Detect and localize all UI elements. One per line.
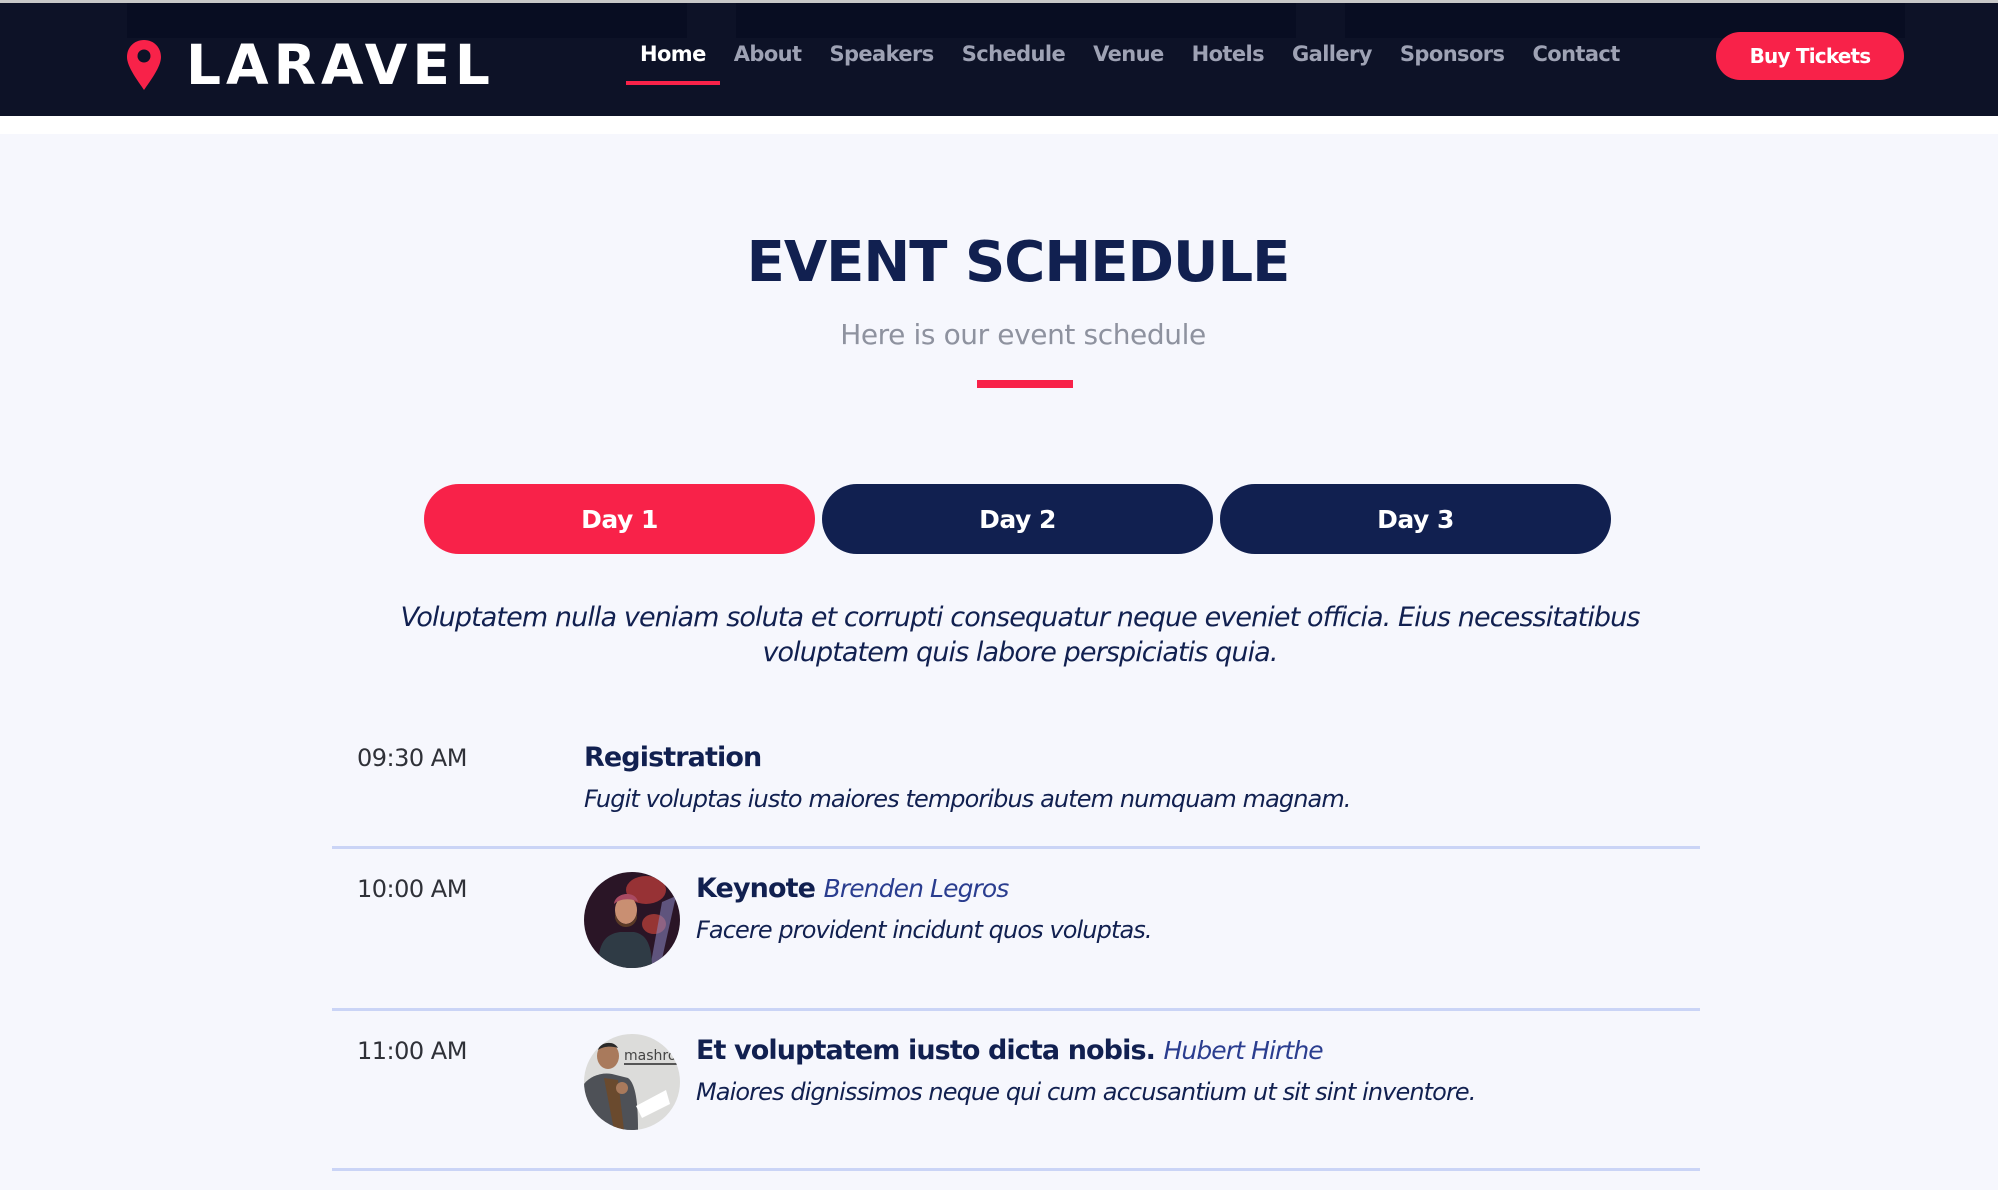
schedule-title-text: Et voluptatem iusto dicta nobis. — [696, 1035, 1156, 1066]
svg-text:mashro: mashro — [624, 1048, 676, 1064]
header-divider-strip — [0, 116, 1998, 134]
nav-item-gallery[interactable]: Gallery — [1278, 36, 1386, 88]
speaker-avatar[interactable]: mashro — [584, 1034, 680, 1130]
schedule-description: Maiores dignissimos neque qui cum accusa… — [696, 1078, 1476, 1106]
speaker-name[interactable]: Brenden Legros — [824, 874, 1010, 903]
schedule-time: 10:00 AM — [357, 875, 467, 903]
buy-tickets-button[interactable]: Buy Tickets — [1716, 32, 1904, 80]
nav-item-home[interactable]: Home — [626, 36, 720, 88]
nav-item-schedule[interactable]: Schedule — [948, 36, 1079, 88]
schedule-title: Keynote Brenden Legros — [696, 871, 1152, 907]
nav-item-hotels[interactable]: Hotels — [1178, 36, 1278, 88]
title-accent-bar — [977, 380, 1073, 388]
schedule-description: Facere provident incidunt quos voluptas. — [696, 916, 1152, 944]
schedule-row: 10:00 AM Keynote Brenden Legros Facere p… — [332, 849, 1700, 1011]
nav-item-speakers[interactable]: Speakers — [815, 36, 947, 88]
schedule-body: Keynote Brenden Legros Facere provident … — [696, 871, 1152, 947]
nav-item-contact[interactable]: Contact — [1518, 36, 1633, 88]
section-subtitle: Here is our event schedule — [840, 318, 1206, 351]
schedule-body: Et voluptatem iusto dicta nobis. Hubert … — [696, 1033, 1476, 1109]
schedule-title-text: Keynote — [696, 873, 816, 904]
schedule-row: 11:00 AM mashro Et voluptatem iusto dict… — [332, 1011, 1700, 1171]
speaker-photo-icon — [584, 872, 680, 968]
schedule-title-text: Registration — [584, 742, 762, 773]
site-logo[interactable]: LARAVEL — [126, 33, 495, 97]
tab-day-2[interactable]: Day 2 — [822, 484, 1213, 554]
schedule-title: Registration — [584, 740, 1351, 776]
background-card — [736, 3, 1296, 38]
nav-item-venue[interactable]: Venue — [1079, 36, 1178, 88]
nav-item-about[interactable]: About — [720, 36, 816, 88]
map-pin-icon — [127, 40, 161, 90]
speaker-photo-icon: mashro — [584, 1034, 680, 1130]
day-intro-text: Voluptatem nulla veniam soluta et corrup… — [400, 602, 1640, 668]
schedule-body: Registration Fugit voluptas iusto maiore… — [584, 740, 1351, 816]
tab-day-1[interactable]: Day 1 — [424, 484, 815, 554]
schedule-title: Et voluptatem iusto dicta nobis. Hubert … — [696, 1033, 1476, 1069]
tab-day-3[interactable]: Day 3 — [1220, 484, 1611, 554]
schedule-row: 09:30 AM Registration Fugit voluptas ius… — [332, 720, 1700, 849]
speaker-name[interactable]: Hubert Hirthe — [1163, 1036, 1323, 1065]
section-title: EVENT SCHEDULE — [746, 230, 1291, 295]
day-tabs: Day 1 Day 2 Day 3 — [424, 484, 1611, 554]
schedule-time: 11:00 AM — [357, 1037, 467, 1065]
speaker-avatar[interactable] — [584, 872, 680, 968]
schedule-description: Fugit voluptas iusto maiores temporibus … — [584, 785, 1351, 813]
nav-item-sponsors[interactable]: Sponsors — [1386, 36, 1519, 88]
logo-text: LARAVEL — [186, 33, 495, 97]
schedule-time: 09:30 AM — [357, 744, 467, 772]
main-nav: Home About Speakers Schedule Venue Hotel… — [626, 36, 1634, 88]
